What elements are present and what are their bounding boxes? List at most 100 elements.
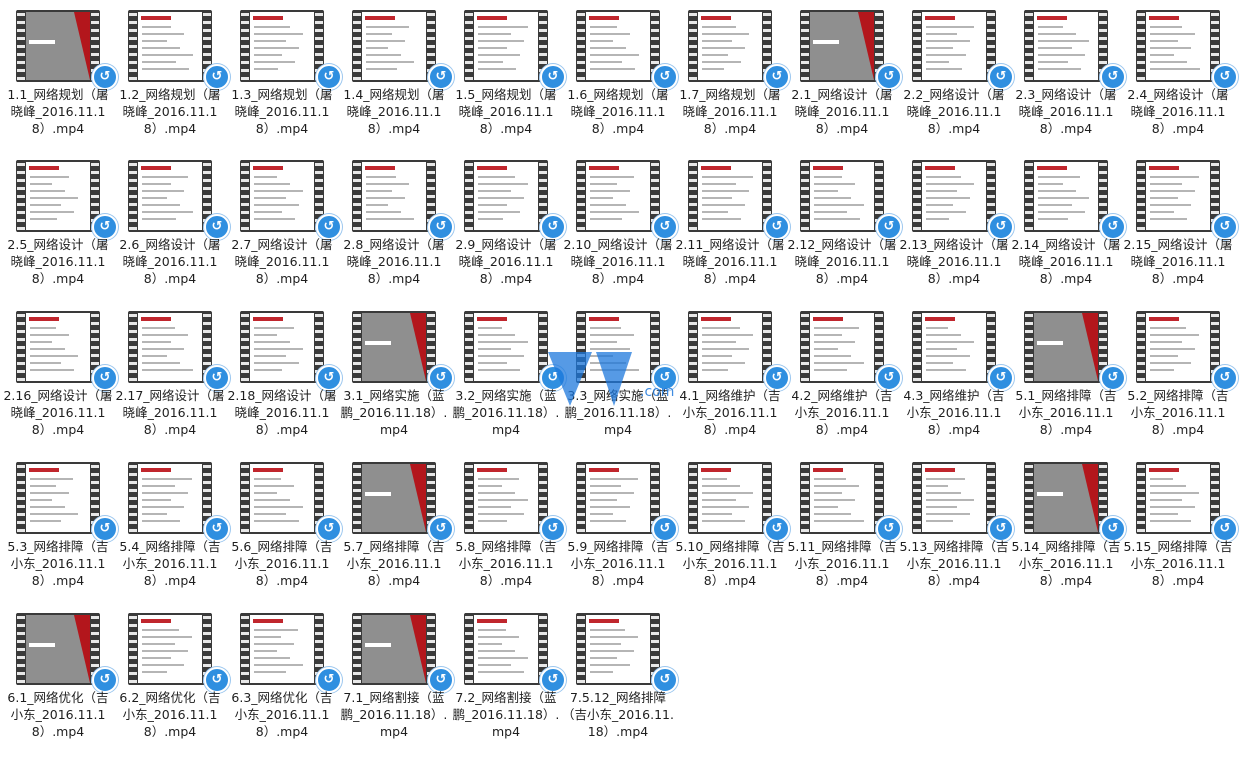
video-thumbnail xyxy=(16,462,100,534)
video-file-item[interactable]: ↺ 2.14_网络设计（屠晓峰_2016.11.18）.mp4 xyxy=(1010,154,1126,304)
video-file-item[interactable]: ↺ 2.10_网络设计（屠晓峰_2016.11.18）.mp4 xyxy=(562,154,678,304)
slide-preview xyxy=(698,162,762,230)
video-file-item[interactable]: ↺ 2.16_网络设计（屠晓峰_2016.11.18）.mp4 xyxy=(2,305,118,455)
slide-preview xyxy=(1034,162,1098,230)
film-strip-left xyxy=(465,311,473,383)
video-file-item[interactable]: ↺ 3.2_网络实施（蓝鹏_2016.11.18）.mp4 xyxy=(450,305,566,455)
file-name-label: 1.3_网络规划（屠晓峰_2016.11.18）.mp4 xyxy=(231,87,333,136)
film-strip-left xyxy=(801,462,809,534)
video-file-item[interactable]: ↺ 5.4_网络排障（吉小东_2016.11.18）.mp4 xyxy=(114,456,230,606)
video-file-item[interactable]: ↺ 2.2_网络设计（屠晓峰_2016.11.18）.mp4 xyxy=(898,4,1014,154)
film-strip-left xyxy=(353,613,361,685)
video-file-item[interactable]: ↺ 2.15_网络设计（屠晓峰_2016.11.18）.mp4 xyxy=(1122,154,1238,304)
file-name-label: 2.2_网络设计（屠晓峰_2016.11.18）.mp4 xyxy=(903,87,1005,136)
file-name-label: 3.1_网络实施（蓝鹏_2016.11.18）.mp4 xyxy=(340,388,448,437)
video-thumbnail xyxy=(16,10,100,82)
film-strip-left xyxy=(1137,10,1145,82)
video-file-item[interactable]: ↺ 5.1_网络排障（吉小东_2016.11.18）.mp4 xyxy=(1010,305,1126,455)
file-name-label: 1.1_网络规划（屠晓峰_2016.11.18）.mp4 xyxy=(7,87,109,136)
video-file-item[interactable]: ↺ 4.1_网络维护（吉小东_2016.11.18）.mp4 xyxy=(674,305,790,455)
file-name-label: 5.10_网络排障（吉小东_2016.11.18）.mp4 xyxy=(675,539,785,588)
video-file-item[interactable]: ↺ 6.1_网络优化（吉小东_2016.11.18）.mp4 xyxy=(2,607,118,757)
video-file-item[interactable]: ↺ 2.3_网络设计（屠晓峰_2016.11.18）.mp4 xyxy=(1010,4,1126,154)
video-thumbnail xyxy=(1136,10,1220,82)
video-file-item[interactable]: ↺ 5.6_网络排障（吉小东_2016.11.18）.mp4 xyxy=(226,456,342,606)
video-file-item[interactable]: ↺ 5.2_网络排障（吉小东_2016.11.18）.mp4 xyxy=(1122,305,1238,455)
slide-preview xyxy=(1146,313,1210,381)
video-file-item[interactable]: ↺ 4.3_网络维护（吉小东_2016.11.18）.mp4 xyxy=(898,305,1014,455)
video-thumbnail xyxy=(352,160,436,232)
video-thumbnail xyxy=(240,462,324,534)
video-file-item[interactable]: ↺ 1.7_网络规划（屠晓峰_2016.11.18）.mp4 xyxy=(674,4,790,154)
video-thumbnail xyxy=(800,160,884,232)
video-file-item[interactable]: ↺ 2.9_网络设计（屠晓峰_2016.11.18）.mp4 xyxy=(450,154,566,304)
file-name-label: 2.13_网络设计（屠晓峰_2016.11.18）.mp4 xyxy=(899,237,1009,286)
video-file-item[interactable]: ↺ 2.7_网络设计（屠晓峰_2016.11.18）.mp4 xyxy=(226,154,342,304)
slide-preview xyxy=(26,464,90,532)
film-strip-left xyxy=(577,613,585,685)
film-strip-left xyxy=(1025,462,1033,534)
video-file-item[interactable]: ↺ 1.3_网络规划（屠晓峰_2016.11.18）.mp4 xyxy=(226,4,342,154)
video-file-item[interactable]: ↺ 1.1_网络规划（屠晓峰_2016.11.18）.mp4 xyxy=(2,4,118,154)
slide-preview xyxy=(698,12,762,80)
film-strip-left xyxy=(129,311,137,383)
slide-preview xyxy=(138,12,202,80)
file-name-label: 2.6_网络设计（屠晓峰_2016.11.18）.mp4 xyxy=(119,237,221,286)
file-name-label: 5.7_网络排障（吉小东_2016.11.18）.mp4 xyxy=(343,539,445,588)
video-file-item[interactable]: ↺ 1.5_网络规划（屠晓峰_2016.11.18）.mp4 xyxy=(450,4,566,154)
file-name-label: 2.8_网络设计（屠晓峰_2016.11.18）.mp4 xyxy=(343,237,445,286)
video-file-item[interactable]: ↺ 2.4_网络设计（屠晓峰_2016.11.18）.mp4 xyxy=(1122,4,1238,154)
video-file-item[interactable]: ↺ 2.8_网络设计（屠晓峰_2016.11.18）.mp4 xyxy=(338,154,454,304)
file-name-label: 5.6_网络排障（吉小东_2016.11.18）.mp4 xyxy=(231,539,333,588)
video-file-item[interactable]: ↺ 5.10_网络排障（吉小东_2016.11.18）.mp4 xyxy=(674,456,790,606)
video-file-item[interactable]: ↺ 6.3_网络优化（吉小东_2016.11.18）.mp4 xyxy=(226,607,342,757)
slide-preview xyxy=(1146,12,1210,80)
video-file-item[interactable]: ↺ 4.2_网络维护（吉小东_2016.11.18）.mp4 xyxy=(786,305,902,455)
video-file-item[interactable]: ↺ 5.8_网络排障（吉小东_2016.11.18）.mp4 xyxy=(450,456,566,606)
video-file-item[interactable]: ↺ 5.7_网络排障（吉小东_2016.11.18）.mp4 xyxy=(338,456,454,606)
video-file-item[interactable]: ↺ 2.1_网络设计（屠晓峰_2016.11.18）.mp4 xyxy=(786,4,902,154)
video-file-item[interactable]: ↺ 2.5_网络设计（屠晓峰_2016.11.18）.mp4 xyxy=(2,154,118,304)
slide-preview xyxy=(698,464,762,532)
slide-preview xyxy=(922,162,986,230)
slide-preview xyxy=(362,12,426,80)
video-thumbnail xyxy=(240,160,324,232)
video-file-item[interactable]: ↺ 7.2_网络割接（蓝鹏_2016.11.18）.mp4 xyxy=(450,607,566,757)
video-thumbnail xyxy=(576,10,660,82)
video-file-item[interactable]: ↺ 2.18_网络设计（屠晓峰_2016.11.18）.mp4 xyxy=(226,305,342,455)
file-name-label: 6.3_网络优化（吉小东_2016.11.18）.mp4 xyxy=(231,690,333,739)
slide-preview xyxy=(362,464,426,532)
file-name-label: 2.15_网络设计（屠晓峰_2016.11.18）.mp4 xyxy=(1123,237,1233,286)
video-file-item[interactable]: ↺ 1.6_网络规划（屠晓峰_2016.11.18）.mp4 xyxy=(562,4,678,154)
file-name-label: 5.15_网络排障（吉小东_2016.11.18）.mp4 xyxy=(1123,539,1233,588)
video-file-item[interactable]: ↺ 6.2_网络优化（吉小东_2016.11.18）.mp4 xyxy=(114,607,230,757)
video-file-item[interactable]: ↺ 2.12_网络设计（屠晓峰_2016.11.18）.mp4 xyxy=(786,154,902,304)
video-file-item[interactable]: ↺ 1.4_网络规划（屠晓峰_2016.11.18）.mp4 xyxy=(338,4,454,154)
video-file-item[interactable]: ↺ 5.15_网络排障（吉小东_2016.11.18）.mp4 xyxy=(1122,456,1238,606)
video-file-item[interactable]: ↺ 2.13_网络设计（屠晓峰_2016.11.18）.mp4 xyxy=(898,154,1014,304)
video-file-item[interactable]: ↺ 3.1_网络实施（蓝鹏_2016.11.18）.mp4 xyxy=(338,305,454,455)
film-strip-left xyxy=(689,10,697,82)
video-file-item[interactable]: ↺ 5.9_网络排障（吉小东_2016.11.18）.mp4 xyxy=(562,456,678,606)
file-name-label: 2.1_网络设计（屠晓峰_2016.11.18）.mp4 xyxy=(791,87,893,136)
slide-preview xyxy=(810,313,874,381)
slide-preview xyxy=(138,615,202,683)
file-name-label: 6.2_网络优化（吉小东_2016.11.18）.mp4 xyxy=(119,690,221,739)
film-strip-left xyxy=(465,462,473,534)
slide-preview xyxy=(922,464,986,532)
video-file-item[interactable]: ↺ 5.11_网络排障（吉小东_2016.11.18）.mp4 xyxy=(786,456,902,606)
video-file-item[interactable]: ↺ 5.13_网络排障（吉小东_2016.11.18）.mp4 xyxy=(898,456,1014,606)
video-file-item[interactable]: ↺ 2.11_网络设计（屠晓峰_2016.11.18）.mp4 xyxy=(674,154,790,304)
video-file-item[interactable]: ↺ 3.3_网络实施（蓝鹏_2016.11.18）.mp4 xyxy=(562,305,678,455)
video-file-item[interactable]: ↺ 7.1_网络割接（蓝鹏_2016.11.18）.mp4 xyxy=(338,607,454,757)
video-file-item[interactable]: ↺ 1.2_网络规划（屠晓峰_2016.11.18）.mp4 xyxy=(114,4,230,154)
film-strip-left xyxy=(913,160,921,232)
video-file-item[interactable]: ↺ 5.14_网络排障（吉小东_2016.11.18）.mp4 xyxy=(1010,456,1126,606)
video-file-item[interactable]: ↺ 7.5.12_网络排障（吉小东_2016.11.18）.mp4 xyxy=(562,607,678,757)
video-file-item[interactable]: ↺ 2.17_网络设计（屠晓峰_2016.11.18）.mp4 xyxy=(114,305,230,455)
video-file-item[interactable]: ↺ 5.3_网络排障（吉小东_2016.11.18）.mp4 xyxy=(2,456,118,606)
film-strip-left xyxy=(801,311,809,383)
video-file-item[interactable]: ↺ 2.6_网络设计（屠晓峰_2016.11.18）.mp4 xyxy=(114,154,230,304)
slide-preview xyxy=(250,464,314,532)
video-thumbnail xyxy=(352,613,436,685)
